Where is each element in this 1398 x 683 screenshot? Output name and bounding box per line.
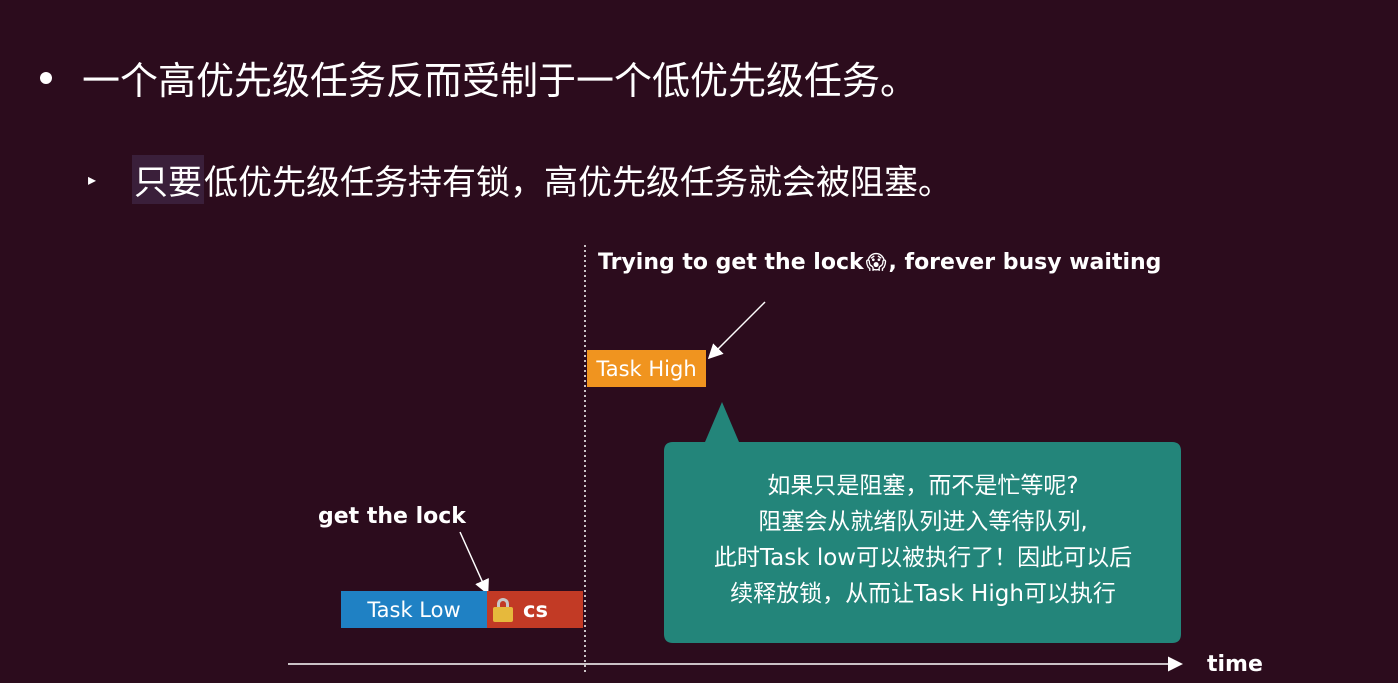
top-label: Trying to get the lock 😱, forever busy wa… xyxy=(598,250,1161,275)
task-low-label: Task Low xyxy=(367,597,461,622)
arrow-icon xyxy=(707,301,766,360)
callout-line: 此时Task low可以被执行了！因此可以后 xyxy=(713,545,1133,571)
callout-line: 续释放锁，从而让Task High可以执行 xyxy=(730,581,1116,607)
get-lock-label: get the lock xyxy=(318,504,466,529)
callout-line: 如果只是阻塞，而不是忙等呢? xyxy=(767,473,1079,499)
lock-icon xyxy=(493,597,513,622)
task-high-box: Task High xyxy=(587,350,706,387)
task-low-box: Task Low xyxy=(341,591,487,628)
task-high-label: Task High xyxy=(596,356,697,381)
cs-label: cs xyxy=(523,597,548,622)
screaming-face-icon: 😱 xyxy=(865,250,887,274)
lock-arrow-icon xyxy=(459,531,489,595)
callout-text: 如果只是阻塞，而不是忙等呢? 阻塞会从就绪队列进入等待队列, 此时Task lo… xyxy=(665,468,1181,612)
callout-line: 阻塞会从就绪队列进入等待队列, xyxy=(758,509,1088,535)
time-label: time xyxy=(1207,652,1263,677)
top-label-text: Trying to get the lock xyxy=(598,250,864,275)
top-label-text-after: , forever busy waiting xyxy=(888,250,1162,275)
cs-box: cs xyxy=(487,591,583,628)
